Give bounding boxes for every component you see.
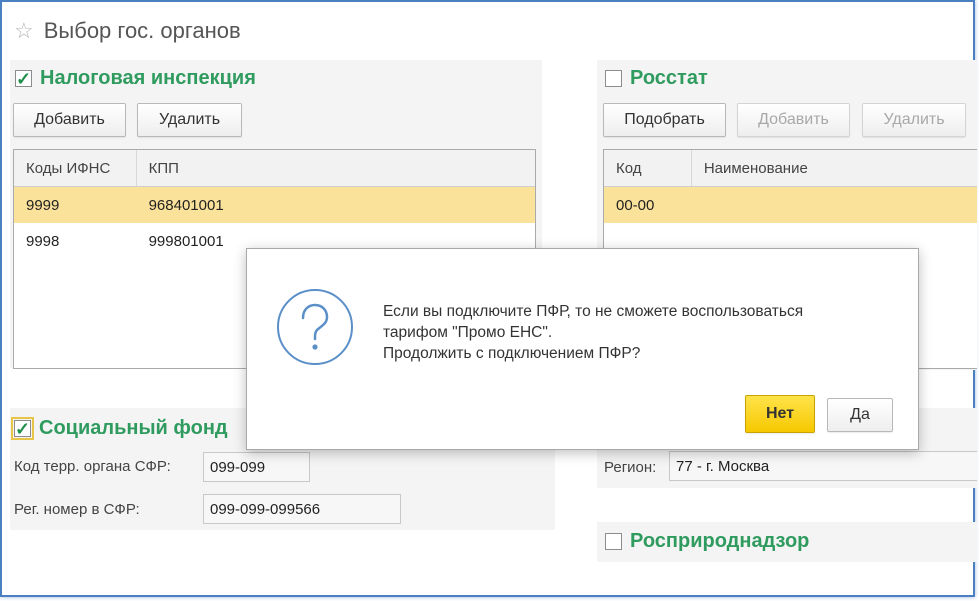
no-button[interactable]: Нет xyxy=(745,395,815,433)
sfr-checkbox[interactable]: ✓ xyxy=(11,417,34,440)
tax-section-title: Налоговая инспекция xyxy=(40,67,256,89)
table-row[interactable]: 9999 968401001 xyxy=(14,187,535,223)
tax-add-button[interactable]: Добавить xyxy=(13,103,126,137)
rosstat-delete-button[interactable]: Удалить xyxy=(862,103,966,137)
yes-button[interactable]: Да xyxy=(827,398,893,432)
rosstat-section-title: Росстат xyxy=(630,67,708,89)
rosstat-checkbox[interactable] xyxy=(605,70,622,87)
dialog-message-line: Продолжить с подключением ПФР? xyxy=(383,345,641,362)
tax-checkbox[interactable]: ✓ xyxy=(15,68,32,89)
sfr-reg-field[interactable]: 099-099-099566 xyxy=(203,494,401,524)
cell-name xyxy=(692,187,977,223)
table-row[interactable]: 00-00 xyxy=(604,187,977,223)
sfr-section-header: ✓ Социальный фонд xyxy=(11,417,228,440)
checkmark-icon: ✓ xyxy=(15,68,32,89)
tax-delete-button[interactable]: Удалить xyxy=(137,103,242,137)
cell-code: 9999 xyxy=(26,196,60,214)
column-header-code[interactable]: Код xyxy=(604,150,692,186)
rpn-section-title: Росприроднадзор xyxy=(630,530,810,552)
region-field[interactable]: 77 - г. Москва xyxy=(669,451,977,481)
question-icon xyxy=(275,287,355,367)
page-title: Выбор гос. органов xyxy=(43,18,241,43)
sfr-reg-label: Рег. номер в СФР: xyxy=(14,501,140,518)
sfr-terr-field[interactable]: 099-099 xyxy=(203,452,310,482)
window-header: ☆ Выбор гос. органов xyxy=(14,18,241,44)
favorite-star-icon[interactable]: ☆ xyxy=(14,18,34,44)
column-header-kpp[interactable]: КПП xyxy=(137,150,535,186)
column-header-name[interactable]: Наименование xyxy=(692,150,977,186)
checkmark-icon: ✓ xyxy=(14,418,31,439)
rosstat-pick-button[interactable]: Подобрать xyxy=(603,103,726,137)
table-header: Код Наименование xyxy=(604,150,977,187)
column-header-codes[interactable]: Коды ИФНС xyxy=(14,150,137,186)
dialog-message-line: тарифом "Промо ЕНС". xyxy=(383,324,553,341)
sfr-terr-label: Код терр. органа СФР: xyxy=(14,458,171,475)
rpn-section-header: Росприроднадзор xyxy=(605,530,809,553)
cell-code: 9998 xyxy=(26,232,60,250)
cell-code: 00-00 xyxy=(616,196,655,214)
rosstat-section-header: Росстат xyxy=(605,67,708,90)
region-label: Регион: xyxy=(604,459,657,476)
table-header: Коды ИФНС КПП xyxy=(14,150,535,187)
tax-section-header: ✓ Налоговая инспекция xyxy=(15,67,256,90)
sfr-section-title: Социальный фонд xyxy=(39,417,228,439)
rpn-checkbox[interactable] xyxy=(605,533,622,550)
confirm-dialog: Если вы подключите ПФР, то не сможете во… xyxy=(246,248,919,450)
rosstat-add-button[interactable]: Добавить xyxy=(737,103,850,137)
cell-kpp: 968401001 xyxy=(148,196,224,214)
dialog-message-line: Если вы подключите ПФР, то не сможете во… xyxy=(383,303,804,320)
dialog-message: Если вы подключите ПФР, то не сможете во… xyxy=(383,301,803,364)
